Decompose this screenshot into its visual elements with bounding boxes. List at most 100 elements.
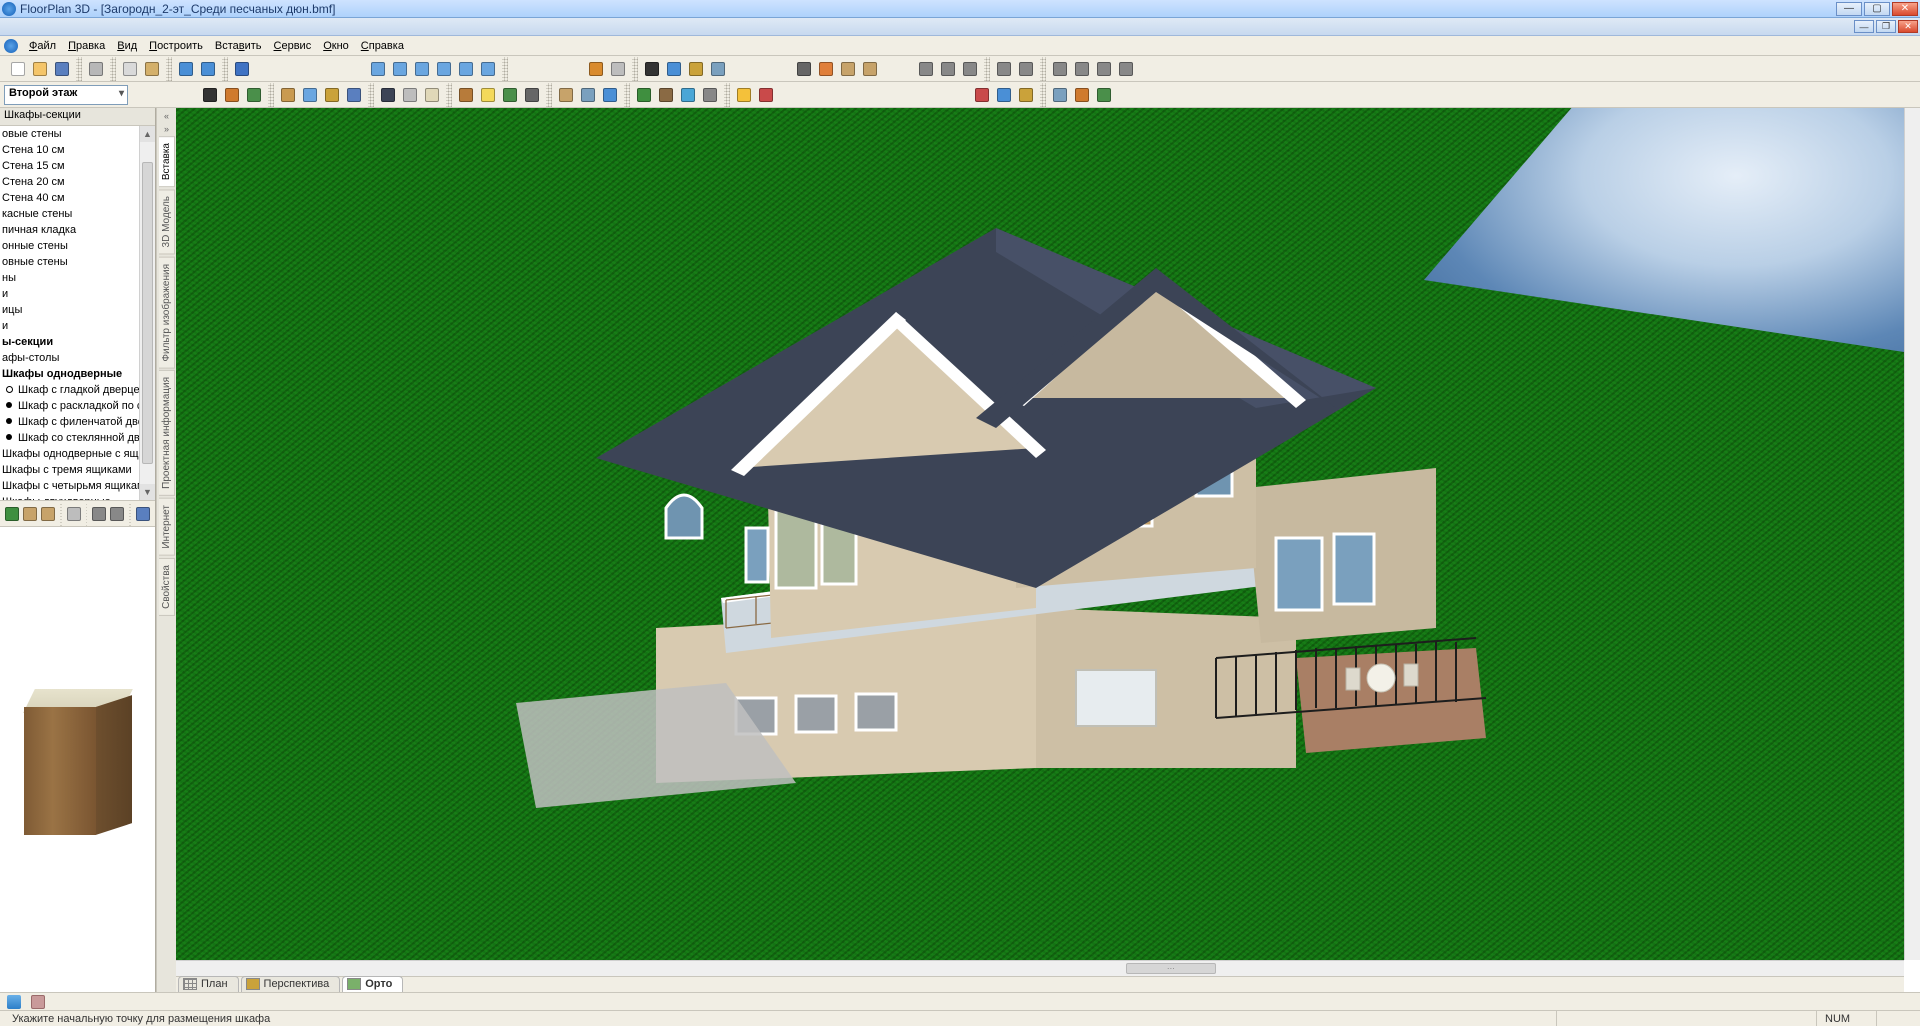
dock-tab-5[interactable]: Свойства (159, 558, 175, 616)
dist-v-icon[interactable] (1016, 59, 1036, 79)
dock-tab-3[interactable]: Проектная информация (159, 370, 175, 496)
car-icon[interactable] (756, 85, 776, 105)
paste-icon[interactable] (142, 59, 162, 79)
help-icon[interactable] (232, 59, 252, 79)
list-item[interactable]: Стена 20 см (0, 174, 155, 190)
sun-icon[interactable] (734, 85, 754, 105)
minimize-button[interactable]: — (1836, 2, 1862, 16)
print-render-icon[interactable] (608, 59, 628, 79)
list-item[interactable]: Шкафы однодверные с ящиком (0, 446, 155, 462)
new-icon[interactable] (8, 59, 28, 79)
dock-collapse-icon[interactable]: « (160, 110, 174, 122)
menu-вставить[interactable]: Вставить (209, 38, 268, 54)
list-item[interactable]: Стена 40 см (0, 190, 155, 206)
catalog-list[interactable]: овые стеныСтена 10 смСтена 15 смСтена 20… (0, 126, 155, 500)
stairs-icon[interactable] (322, 85, 342, 105)
list-item[interactable]: пичная кладка (0, 222, 155, 238)
undo-icon[interactable] (176, 59, 196, 79)
pan-icon[interactable] (478, 59, 498, 79)
roof1-icon[interactable] (972, 85, 992, 105)
list-icon-icon[interactable] (135, 504, 151, 524)
list-item[interactable]: ны (0, 270, 155, 286)
grid-icon[interactable] (794, 59, 814, 79)
ruler-v-icon[interactable] (838, 59, 858, 79)
text-icon[interactable] (642, 59, 662, 79)
menu-справка[interactable]: Справка (355, 38, 410, 54)
view-tab-Перспектива[interactable]: Перспектива (241, 976, 341, 992)
mdi-close-button[interactable]: ✕ (1898, 20, 1918, 33)
roof-icon[interactable] (378, 85, 398, 105)
list-item[interactable]: Шкаф с раскладкой по стеклу (0, 398, 155, 414)
roof6-icon[interactable] (1094, 85, 1114, 105)
dock-expand-icon[interactable]: » (160, 123, 174, 135)
box2-icon[interactable] (40, 504, 56, 524)
mdi-minimize-button[interactable]: — (1854, 20, 1874, 33)
dim-icon[interactable] (664, 59, 684, 79)
dock-tab-2[interactable]: Фильтр изображения (159, 257, 175, 369)
viewport-hscrollbar[interactable]: ⋯ (176, 960, 1904, 976)
list-item[interactable]: и (0, 318, 155, 334)
column-icon[interactable] (344, 85, 364, 105)
viewport[interactable]: ⋯ ПланПерспективаОрто (176, 108, 1920, 992)
window-icon[interactable] (300, 85, 320, 105)
floor-selector[interactable]: Второй этаж (4, 85, 128, 105)
play-icon[interactable] (4, 504, 20, 524)
wall-icon[interactable] (222, 85, 242, 105)
list-item[interactable]: овые стены (0, 126, 155, 142)
furniture-icon[interactable] (456, 85, 476, 105)
copy-icon[interactable] (120, 59, 140, 79)
dock-tab-4[interactable]: Интернет (159, 498, 175, 556)
list-item[interactable]: Шкафы с тремя ящиками (0, 462, 155, 478)
scene-3d[interactable] (176, 108, 1904, 960)
list-item[interactable]: Шкаф с филенчатой дверцей (0, 414, 155, 430)
list-item[interactable]: онные стены (0, 238, 155, 254)
layers-icon[interactable] (708, 59, 728, 79)
close-button[interactable]: ✕ (1892, 2, 1918, 16)
mdi-restore-button[interactable]: ❐ (1876, 20, 1896, 33)
tree2-icon[interactable] (109, 504, 125, 524)
scroll-up-icon[interactable]: ▲ (140, 126, 155, 142)
view-tab-Орто[interactable]: Орто (342, 976, 403, 992)
path-icon[interactable] (556, 85, 576, 105)
roof4-icon[interactable] (1050, 85, 1070, 105)
app-menu-icon[interactable] (4, 39, 18, 53)
tree1-icon[interactable] (91, 504, 107, 524)
fence-icon[interactable] (656, 85, 676, 105)
furniture-mode-icon[interactable] (28, 992, 48, 1012)
zoom-in-icon[interactable] (368, 59, 388, 79)
catalog-scrollbar[interactable]: ▲ ▼ (139, 126, 155, 500)
list-item[interactable]: Стена 15 см (0, 158, 155, 174)
light-icon[interactable] (478, 85, 498, 105)
send-b-icon[interactable] (1050, 59, 1070, 79)
pointer-icon[interactable] (200, 85, 220, 105)
snap-icon[interactable] (816, 59, 836, 79)
viewport-vscrollbar[interactable] (1904, 108, 1920, 960)
list-item[interactable]: ы-секции (0, 334, 155, 350)
list-item[interactable]: и (0, 286, 155, 302)
dist-h-icon[interactable] (994, 59, 1014, 79)
measure-icon[interactable] (686, 59, 706, 79)
list-item[interactable]: Шкафы двухдверные (0, 494, 155, 500)
pool-icon[interactable] (678, 85, 698, 105)
zoom-window-icon[interactable] (412, 59, 432, 79)
zoom-out-icon[interactable] (390, 59, 410, 79)
dock-tab-1[interactable]: 3D Модель (159, 189, 175, 254)
terrain-icon[interactable] (500, 85, 520, 105)
menu-сервис[interactable]: Сервис (268, 38, 318, 54)
menu-окно[interactable]: Окно (317, 38, 355, 54)
list-item[interactable]: Шкафы с четырьмя ящиками (0, 478, 155, 494)
list-item[interactable]: овные стены (0, 254, 155, 270)
align-r-icon[interactable] (960, 59, 980, 79)
print-icon[interactable] (86, 59, 106, 79)
door-icon[interactable] (278, 85, 298, 105)
dock-tab-0[interactable]: Вставка (159, 136, 175, 187)
scroll-down-icon[interactable]: ▼ (140, 484, 155, 500)
room-icon[interactable] (244, 85, 264, 105)
roof2-icon[interactable] (994, 85, 1014, 105)
menu-правка[interactable]: Правка (62, 38, 111, 54)
rot-r-icon[interactable] (1116, 59, 1136, 79)
zoom-fit-icon[interactable] (434, 59, 454, 79)
align-c-icon[interactable] (938, 59, 958, 79)
plant-icon[interactable] (634, 85, 654, 105)
list-item[interactable]: Шкаф со стеклянной дверцей (0, 430, 155, 446)
